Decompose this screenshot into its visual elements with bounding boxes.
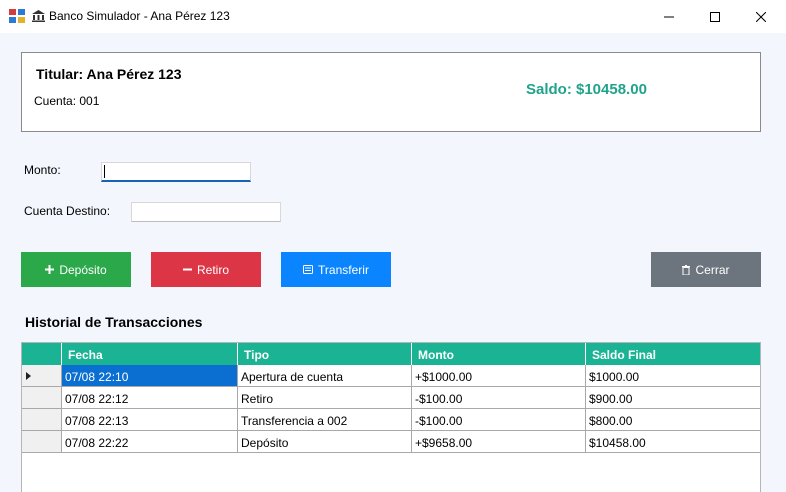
row-header-corner [22,343,62,365]
current-row-arrow-icon [26,372,31,380]
cell-fecha[interactable]: 07/08 22:13 [62,409,238,431]
maximize-icon [710,11,720,22]
cell-tipo[interactable]: Transferencia a 002 [238,409,412,431]
deposit-button[interactable]: Depósito [21,252,131,287]
table-row[interactable]: 07/08 22:13 Transferencia a 002 -$100.00… [22,409,760,431]
cell-saldo-final[interactable]: $10458.00 [586,431,760,453]
column-header-monto[interactable]: Monto [412,343,586,365]
row-header[interactable] [22,431,62,453]
cell-fecha[interactable]: 07/08 22:22 [62,431,238,453]
cell-monto[interactable]: +$1000.00 [412,365,586,387]
account-number: Cuenta: 001 [34,94,100,108]
close-icon [756,11,766,22]
table-row[interactable]: 07/08 22:22 Depósito +$9658.00 $10458.00 [22,431,760,453]
close-window-button[interactable] [738,0,784,33]
withdraw-button[interactable]: Retiro [151,252,261,287]
account-balance: Saldo: $10458.00 [526,81,647,98]
text-caret [104,165,105,178]
cell-saldo-final[interactable]: $1000.00 [586,365,760,387]
account-info-panel: Titular: Ana Pérez 123 Cuenta: 001 Saldo… [21,52,761,132]
amount-input[interactable] [101,162,251,182]
plus-icon [45,265,55,274]
title-bar: Banco Simulador - Ana Pérez 123 [0,0,786,33]
column-header-tipo[interactable]: Tipo [238,343,412,365]
cell-saldo-final[interactable]: $800.00 [586,409,760,431]
column-header-fecha[interactable]: Fecha [62,343,238,365]
cell-fecha[interactable]: 07/08 22:12 [62,387,238,409]
table-row[interactable]: 07/08 22:10 Apertura de cuenta +$1000.00… [22,365,760,387]
grid-header: Fecha Tipo Monto Saldo Final [22,343,760,365]
row-header[interactable] [22,409,62,431]
transfer-button[interactable]: Transferir [281,252,391,287]
bank-icon [32,10,45,22]
row-header[interactable] [22,387,62,409]
close-button-label: Cerrar [695,262,730,277]
minimize-button[interactable] [646,0,692,33]
row-header[interactable] [22,365,62,387]
column-header-saldo-final[interactable]: Saldo Final [586,343,760,365]
minimize-icon [664,16,674,17]
amount-label: Monto: [24,163,61,177]
cell-monto[interactable]: +$9658.00 [412,431,586,453]
cell-monto[interactable]: -$100.00 [412,409,586,431]
table-row[interactable]: 07/08 22:12 Retiro -$100.00 $900.00 [22,387,760,409]
transfer-button-label: Transferir [318,262,369,277]
cell-monto[interactable]: -$100.00 [412,387,586,409]
cell-tipo[interactable]: Depósito [238,431,412,453]
cell-saldo-final[interactable]: $900.00 [586,387,760,409]
deposit-button-label: Depósito [59,262,107,277]
history-title: Historial de Transacciones [25,314,203,330]
maximize-button[interactable] [692,0,738,33]
destination-account-label: Cuenta Destino: [24,204,111,218]
cell-tipo[interactable]: Apertura de cuenta [238,365,412,387]
minus-icon [182,265,192,274]
destination-account-input[interactable] [131,202,281,222]
close-button[interactable]: Cerrar [651,252,761,287]
window-title: Banco Simulador - Ana Pérez 123 [49,9,230,23]
withdraw-button-label: Retiro [196,262,229,277]
cell-fecha[interactable]: 07/08 22:10 [62,365,238,387]
trash-icon [682,264,691,275]
transfer-icon [303,265,314,274]
app-icon [9,9,25,23]
account-holder: Titular: Ana Pérez 123 [36,66,182,82]
transactions-grid[interactable]: Fecha Tipo Monto Saldo Final 07/08 22:10… [21,342,761,492]
cell-tipo[interactable]: Retiro [238,387,412,409]
